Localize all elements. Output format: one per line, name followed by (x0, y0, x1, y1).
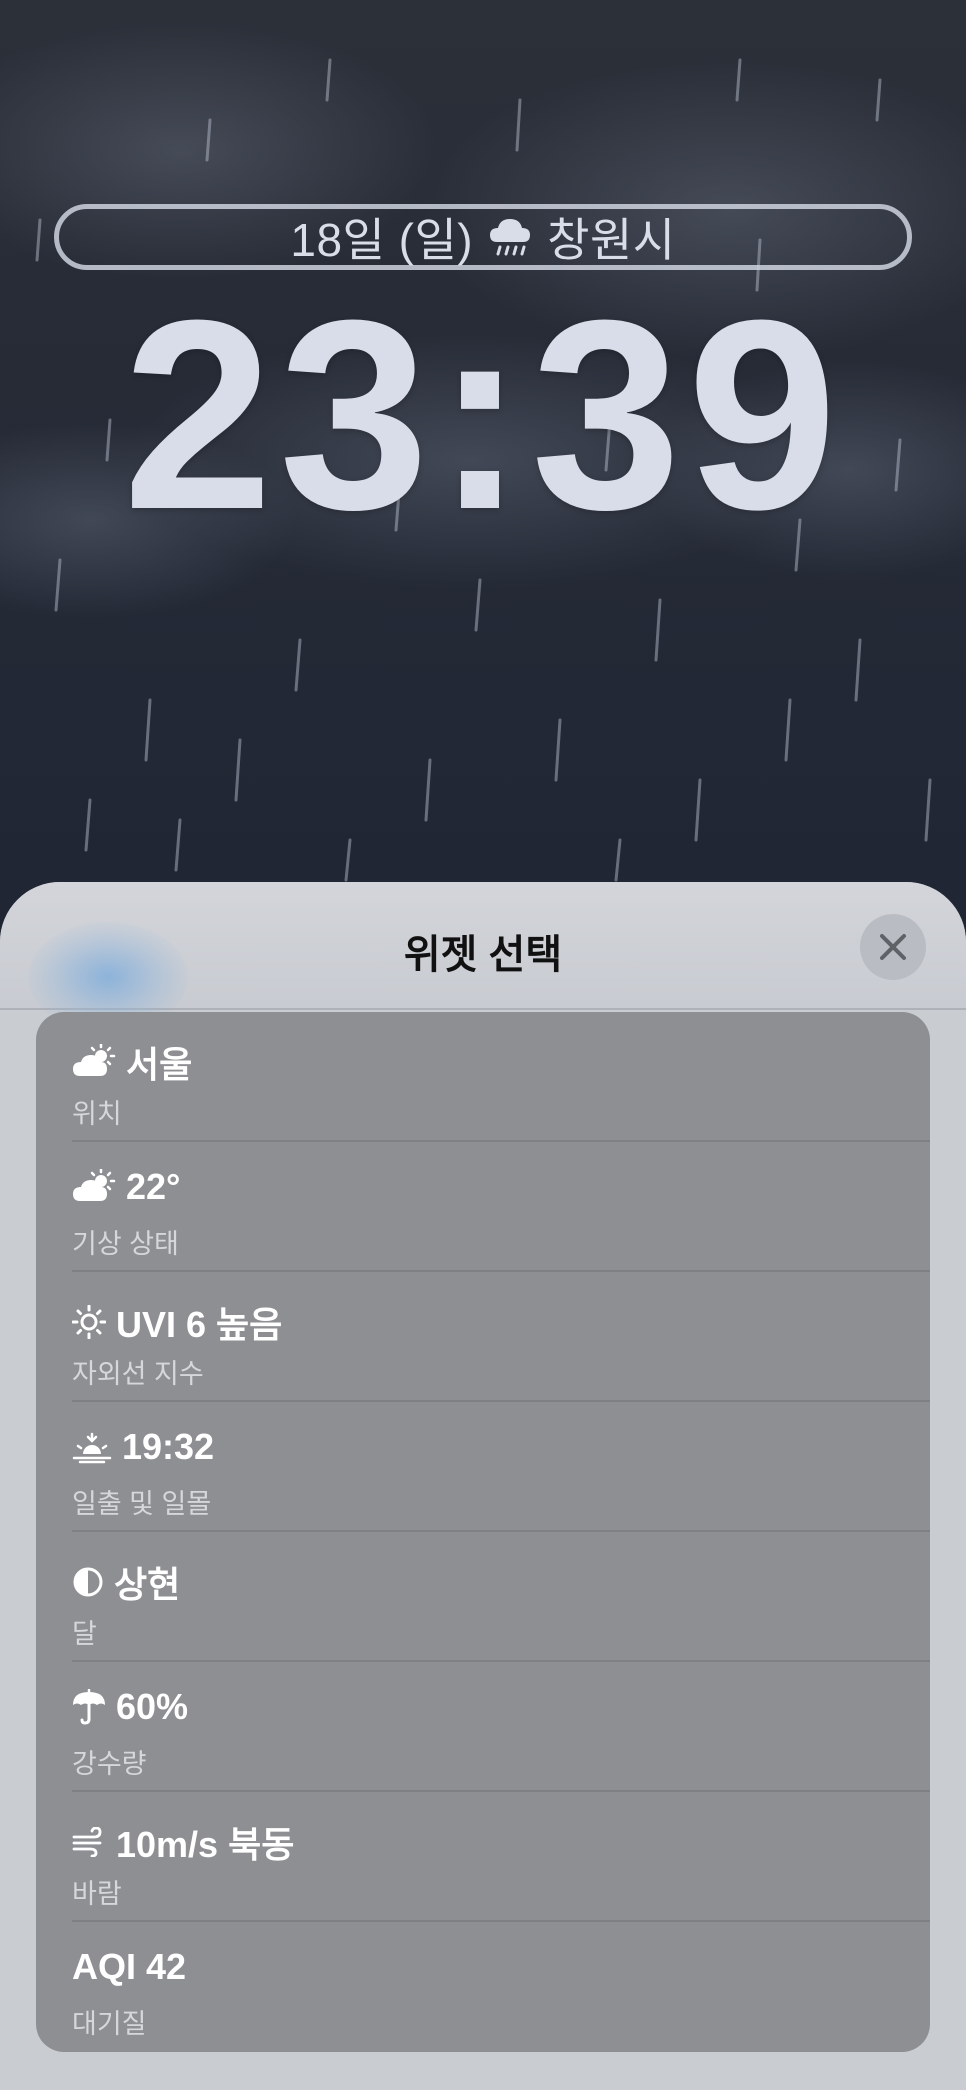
sunset-icon (72, 1430, 112, 1464)
partly-cloudy-icon (72, 1169, 116, 1205)
item-label: 위치 (72, 1099, 122, 1129)
widget-picker-sheet: 위젯 선택 서울 위치 22° 기상 상태 UVI 6 높음 자외선 지수 19… (0, 882, 966, 2090)
umbrella-icon (72, 1689, 106, 1725)
item-label: 대기질 (72, 2009, 147, 2039)
list-item-sunrise-sunset[interactable]: 19:32 일출 및 일몰 (36, 1402, 930, 1532)
list-item-moon[interactable]: 상현 달 (36, 1532, 930, 1662)
rain-cloud-icon (487, 214, 533, 260)
close-icon (880, 934, 906, 960)
item-value: 22° (126, 1166, 181, 1207)
sun-icon (72, 1305, 106, 1339)
item-value: UVI 6 높음 (116, 1304, 283, 1345)
item-label: 바람 (72, 1879, 122, 1909)
close-button[interactable] (860, 914, 926, 980)
item-label: 기상 상태 (72, 1229, 179, 1259)
item-value: 상현 (114, 1564, 181, 1605)
item-label: 일출 및 일몰 (72, 1489, 212, 1519)
item-label: 강수량 (72, 1749, 147, 1779)
list-item-location[interactable]: 서울 위치 (36, 1012, 930, 1142)
list-item-uv-index[interactable]: UVI 6 높음 자외선 지수 (36, 1272, 930, 1402)
list-item-air-quality[interactable]: AQI 42 대기질 (36, 1922, 930, 2052)
item-value: AQI 42 (72, 1946, 187, 1987)
item-value: 60% (116, 1686, 189, 1727)
date-weather-widget[interactable]: 18일 (일) 창원시 (54, 204, 912, 270)
item-label: 달 (72, 1619, 97, 1649)
list-item-wind[interactable]: 10m/s 북동 바람 (36, 1792, 930, 1922)
half-moon-icon (72, 1566, 104, 1598)
clock-time: 23:39 (122, 265, 844, 566)
sheet-header: 위젯 선택 (0, 882, 966, 1032)
list-item-conditions[interactable]: 22° 기상 상태 (36, 1142, 930, 1272)
wind-icon (72, 1827, 106, 1857)
item-value: 서울 (126, 1044, 193, 1085)
widget-list: 서울 위치 22° 기상 상태 UVI 6 높음 자외선 지수 19:32 일출… (36, 1012, 930, 2052)
lock-screen: 18일 (일) 창원시 23:39 위젯 선택 서울 위치 22° 기상 상태 … (0, 0, 966, 2090)
list-item-precipitation[interactable]: 60% 강수량 (36, 1662, 930, 1792)
item-value: 19:32 (122, 1426, 215, 1467)
date-label: 18일 (일) (290, 214, 474, 266)
item-label: 자외선 지수 (72, 1359, 204, 1389)
partly-cloudy-icon (72, 1044, 116, 1080)
sheet-title: 위젯 선택 (403, 933, 563, 977)
location-label: 창원시 (547, 214, 676, 266)
item-value: 10m/s 북동 (116, 1824, 295, 1865)
